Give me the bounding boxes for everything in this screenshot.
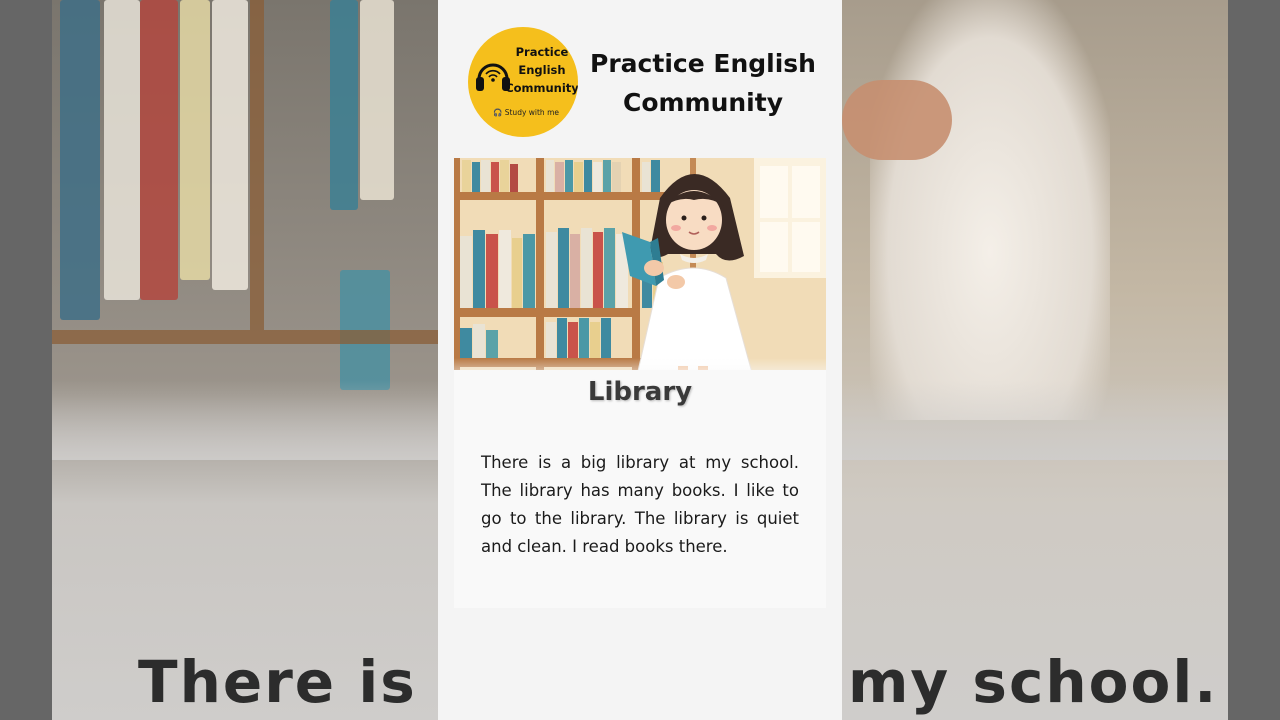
channel-title-line: Practice English [590, 49, 816, 78]
background-book [180, 0, 210, 280]
library-scene [454, 158, 826, 384]
background-left-panel [0, 0, 438, 720]
library-illustration [454, 158, 826, 384]
logo-line: English [518, 63, 566, 77]
background-book [140, 0, 178, 300]
channel-logo[interactable]: Practice English Community 🎧 Study with … [468, 27, 578, 137]
background-shelf [250, 0, 264, 330]
small-headphones-icon: 🎧 [493, 108, 503, 117]
background-edge-right [1228, 0, 1280, 720]
background-dress [870, 0, 1110, 420]
logo-tagline-text: Study with me [504, 108, 559, 117]
background-shelf [52, 330, 438, 344]
background-book [104, 0, 140, 300]
logo-line: Practice [515, 45, 569, 59]
logo-line: Community [505, 81, 578, 95]
channel-title-line: Community [622, 88, 784, 117]
logo-tagline: 🎧 Study with me [486, 108, 566, 117]
background-edge-left [0, 0, 52, 720]
story-paragraph: There is a big library at my school. The… [481, 453, 799, 556]
background-caption-right: my school. [848, 648, 1219, 716]
background-book [330, 0, 358, 210]
background-book [212, 0, 248, 290]
background-book [360, 0, 394, 200]
story-card: Practice English Community 🎧 Study with … [438, 0, 842, 720]
background-sleeve [842, 80, 952, 160]
background-caption-left: There is a [138, 648, 481, 716]
logo-wordmark: Practice English Community [504, 43, 578, 97]
background-book [60, 0, 100, 320]
channel-title: Practice English Community [588, 44, 818, 122]
story-title: Library [587, 377, 693, 407]
